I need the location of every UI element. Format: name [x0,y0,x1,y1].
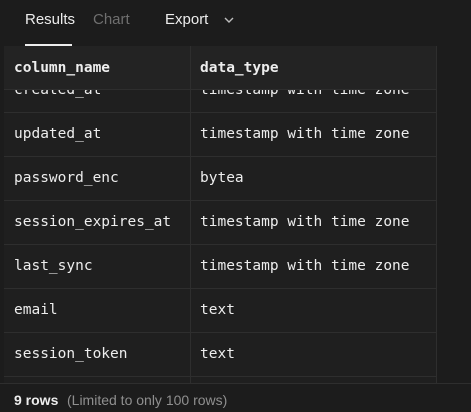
table-row[interactable]: updated_at timestamp with time zone [4,113,436,157]
results-tab-bar: Results Chart Export [0,0,471,46]
cell-column-name[interactable]: session_token [14,346,128,362]
export-button[interactable]: Export [165,11,208,29]
table-row[interactable]: created_at timestamp with time zone [4,90,436,113]
grid-header: column_name data_type [4,46,436,90]
row-limit-note: (Limited to only 100 rows) [67,392,228,408]
cell-column-name[interactable]: email [14,302,58,318]
table-row[interactable]: session_token text [4,333,436,377]
tab-results[interactable]: Results [25,11,75,29]
column-divider[interactable] [190,46,191,383]
table-row[interactable]: email text [4,289,436,333]
tab-chart[interactable]: Chart [93,11,130,29]
grid-empty-area [436,46,471,383]
table-row[interactable]: last_sync timestamp with time zone [4,245,436,289]
cell-data-type[interactable]: timestamp with time zone [200,258,410,274]
grid-body: created_at timestamp with time zone upda… [4,90,436,383]
results-footer: 9 rows (Limited to only 100 rows) [0,383,471,412]
cell-column-name[interactable]: updated_at [14,126,101,142]
cell-column-name[interactable]: last_sync [14,258,93,274]
cell-data-type[interactable]: timestamp with time zone [200,214,410,230]
cell-data-type[interactable]: text [200,346,235,362]
cell-data-type[interactable]: timestamp with time zone [200,90,410,98]
column-header-column-name[interactable]: column_name [14,60,110,76]
cell-data-type[interactable]: text [200,302,235,318]
cell-column-name[interactable]: created_at [14,90,101,98]
column-header-data-type[interactable]: data_type [200,60,279,76]
cell-data-type[interactable]: bytea [200,170,244,186]
row-count: 9 rows [14,392,59,408]
table-row[interactable]: session_expires_at timestamp with time z… [4,201,436,245]
cell-column-name[interactable]: password_enc [14,170,119,186]
cell-data-type[interactable]: timestamp with time zone [200,126,410,142]
chevron-down-icon[interactable] [223,14,235,26]
results-grid: column_name data_type created_at timesta… [4,46,471,383]
table-row[interactable]: password_enc bytea [4,157,436,201]
cell-column-name[interactable]: session_expires_at [14,214,171,230]
